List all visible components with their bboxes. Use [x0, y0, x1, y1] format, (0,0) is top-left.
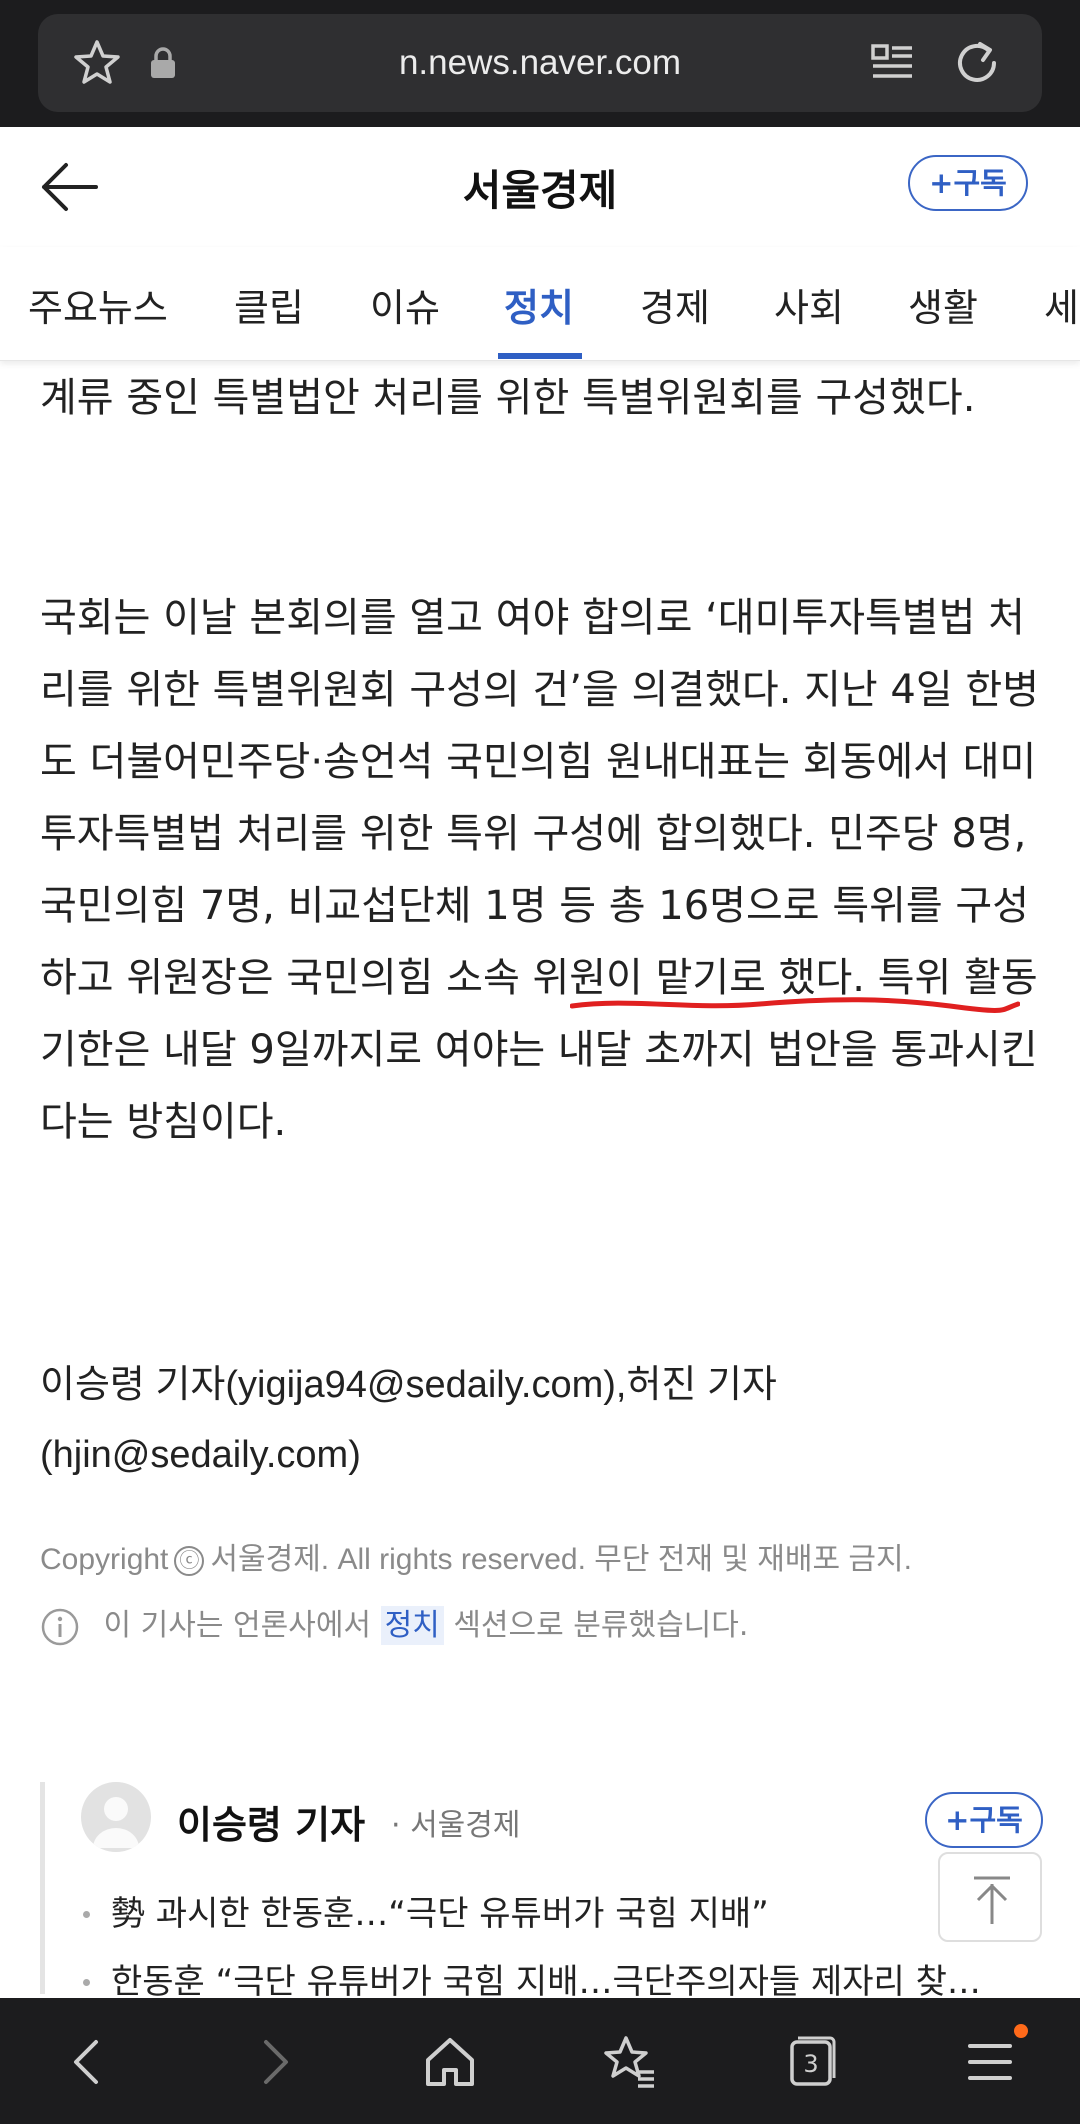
- tab-economy[interactable]: 경제: [640, 277, 710, 332]
- section-link[interactable]: 정치: [380, 1606, 444, 1645]
- reporter-card: 이승령 기자 · 서울경제 +구독 勢 과시한 한동훈…“극단 유튜버가 국힘 …: [40, 1782, 1043, 2002]
- tab-politics[interactable]: 정치: [504, 277, 574, 332]
- tab-count: 3: [803, 2050, 819, 2078]
- reader-mode-icon[interactable]: [870, 42, 916, 86]
- avatar[interactable]: [81, 1782, 151, 1852]
- article-byline: 이승령 기자(yigija94@sedaily.com),허진 기자(hjin@…: [40, 1364, 777, 1476]
- browser-bottom-nav: 3: [0, 1998, 1080, 2124]
- scroll-to-top-button[interactable]: [938, 1852, 1042, 1942]
- reporter-article-list: 勢 과시한 한동훈…“극단 유튜버가 국힘 지배” 한동훈 “극단 유튜버가 국…: [81, 1880, 1051, 2016]
- home-icon[interactable]: [420, 2032, 480, 2092]
- app-header: 서울경제 +구독: [0, 127, 1080, 247]
- tab-society[interactable]: 사회: [774, 277, 844, 332]
- classify-prefix: 이 기사는 언론사에서: [103, 1608, 372, 1643]
- classify-suffix: 섹션으로 분류했습니다.: [453, 1608, 749, 1643]
- article-paragraph: 국회는 이날 본회의를 열고 여야 합의로 ‘대미투자특별법 처리를 위한 특별…: [40, 595, 1039, 1145]
- copyright-prefix: Copyright: [40, 1543, 169, 1576]
- address-bar[interactable]: n.news.naver.com: [38, 14, 1042, 112]
- reporter-article-link[interactable]: 勢 과시한 한동훈…“극단 유튜버가 국힘 지배”: [81, 1880, 1051, 1948]
- tab-clip[interactable]: 클립: [234, 277, 304, 332]
- article-paragraph: 계류 중인 특별법안 처리를 위한 특별위원회를 구성했다.: [40, 375, 976, 421]
- bookmarks-icon[interactable]: [600, 2032, 660, 2092]
- reporter-subscribe-button[interactable]: +구독: [925, 1792, 1043, 1848]
- copyright-icon: ⓒ: [174, 1546, 205, 1577]
- arrow-up-icon: [974, 1876, 1010, 1924]
- section-classification: 이 기사는 언론사에서 정치 섹션으로 분류했습니다.: [40, 1600, 1040, 1647]
- tab-issue[interactable]: 이슈: [370, 277, 440, 332]
- tab-main-news[interactable]: 주요뉴스: [28, 277, 168, 332]
- browser-top-bar: n.news.naver.com: [0, 0, 1080, 127]
- reporter-press: · 서울경제: [391, 1808, 521, 1843]
- browser-back-icon[interactable]: [58, 2032, 118, 2092]
- handwritten-underline: [570, 997, 1020, 1013]
- browser-forward-icon[interactable]: [244, 2032, 304, 2092]
- category-tabs: 주요뉴스 클립 이슈 정치 경제 사회 생활 세: [0, 247, 1080, 361]
- reload-icon[interactable]: [950, 36, 1004, 90]
- subscribe-button[interactable]: +구독: [908, 155, 1028, 211]
- tab-life[interactable]: 생활: [908, 277, 978, 332]
- menu-icon[interactable]: [960, 2032, 1020, 2092]
- copyright-notice: Copyright ⓒ 서울경제. All rights reserved. 무단 …: [40, 1534, 1040, 1578]
- person-icon: [93, 1797, 139, 1848]
- active-tab-indicator: [498, 353, 582, 359]
- reporter-name[interactable]: 이승령 기자: [177, 1794, 365, 1849]
- notification-dot: [1014, 2024, 1028, 2038]
- copyright-text: 서울경제. All rights reserved. 무단 전재 및 재배포 금…: [210, 1543, 912, 1576]
- info-icon: [41, 1608, 79, 1645]
- tab-world[interactable]: 세: [1044, 277, 1079, 332]
- tabs-button[interactable]: 3: [780, 2032, 840, 2092]
